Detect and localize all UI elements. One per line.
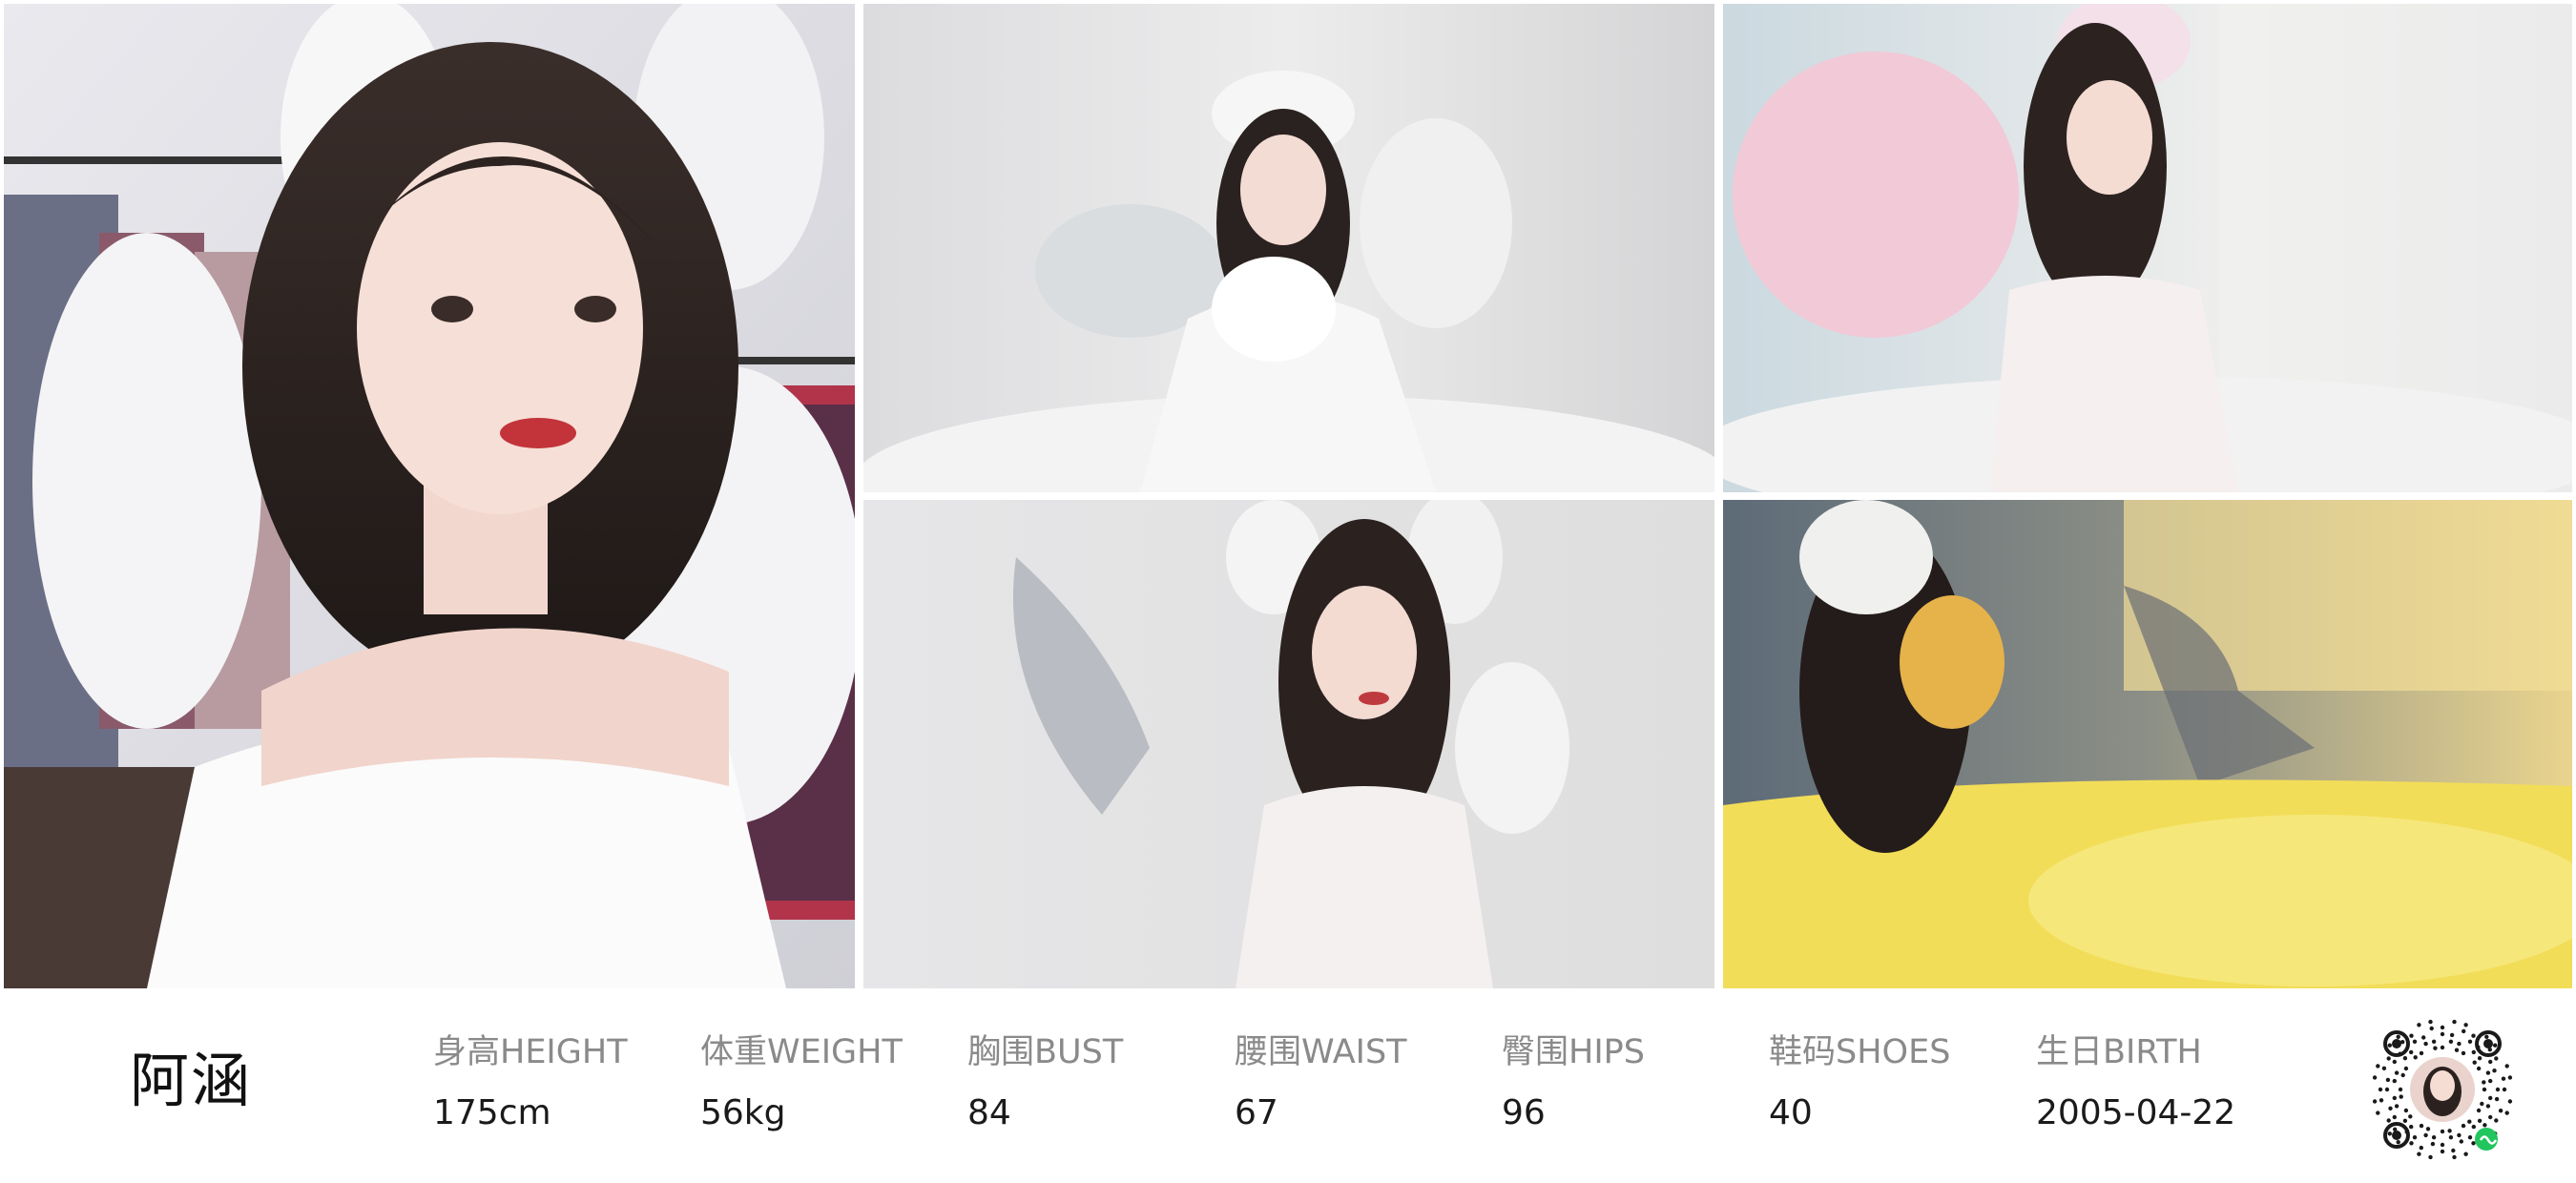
photo-yellow-light [1723, 500, 2572, 988]
stat-height-label: 身高HEIGHT [433, 1033, 628, 1071]
model-info-bar: 阿涵 身高HEIGHT 175cm 体重WEIGHT 56kg 胸围BUST 8… [0, 988, 2576, 1183]
stat-weight: 体重WEIGHT 56kg [700, 1036, 958, 1131]
photo-grey-wings [863, 500, 1714, 988]
stat-height-value: 175cm [433, 1093, 551, 1132]
stat-bust-label: 胸围BUST [967, 1033, 1124, 1071]
stat-waist-value: 67 [1235, 1093, 1278, 1132]
stat-hips-value: 96 [1502, 1093, 1546, 1132]
stat-weight-label: 体重WEIGHT [700, 1033, 903, 1071]
stat-birth-label: 生日BIRTH [2036, 1033, 2202, 1071]
stat-hips-label: 臀围HIPS [1502, 1033, 1645, 1071]
stat-birth-value: 2005-04-22 [2036, 1093, 2236, 1132]
photo-selfie-wings [4, 4, 855, 988]
stat-birth: 生日BIRTH 2005-04-22 [2036, 1036, 2294, 1131]
model-name: 阿涵 [130, 1046, 253, 1115]
photo-pink-wings [1723, 4, 2572, 492]
stat-shoes: 鞋码SHOES 40 [1769, 1036, 2026, 1131]
stat-shoes-value: 40 [1769, 1093, 1813, 1132]
stat-hips: 臀围HIPS 96 [1502, 1036, 1759, 1131]
mini-program-qr-code-icon[interactable] [2368, 1015, 2517, 1164]
stat-waist-label: 腰围WAIST [1235, 1033, 1407, 1071]
stat-bust: 胸围BUST 84 [967, 1036, 1225, 1131]
stat-height: 身高HEIGHT 175cm [433, 1036, 691, 1131]
stat-waist: 腰围WAIST 67 [1235, 1036, 1492, 1131]
photo-studio-cloud [863, 4, 1714, 492]
stat-shoes-label: 鞋码SHOES [1769, 1033, 1951, 1071]
stat-bust-value: 84 [967, 1093, 1011, 1132]
stat-weight-value: 56kg [700, 1093, 786, 1132]
